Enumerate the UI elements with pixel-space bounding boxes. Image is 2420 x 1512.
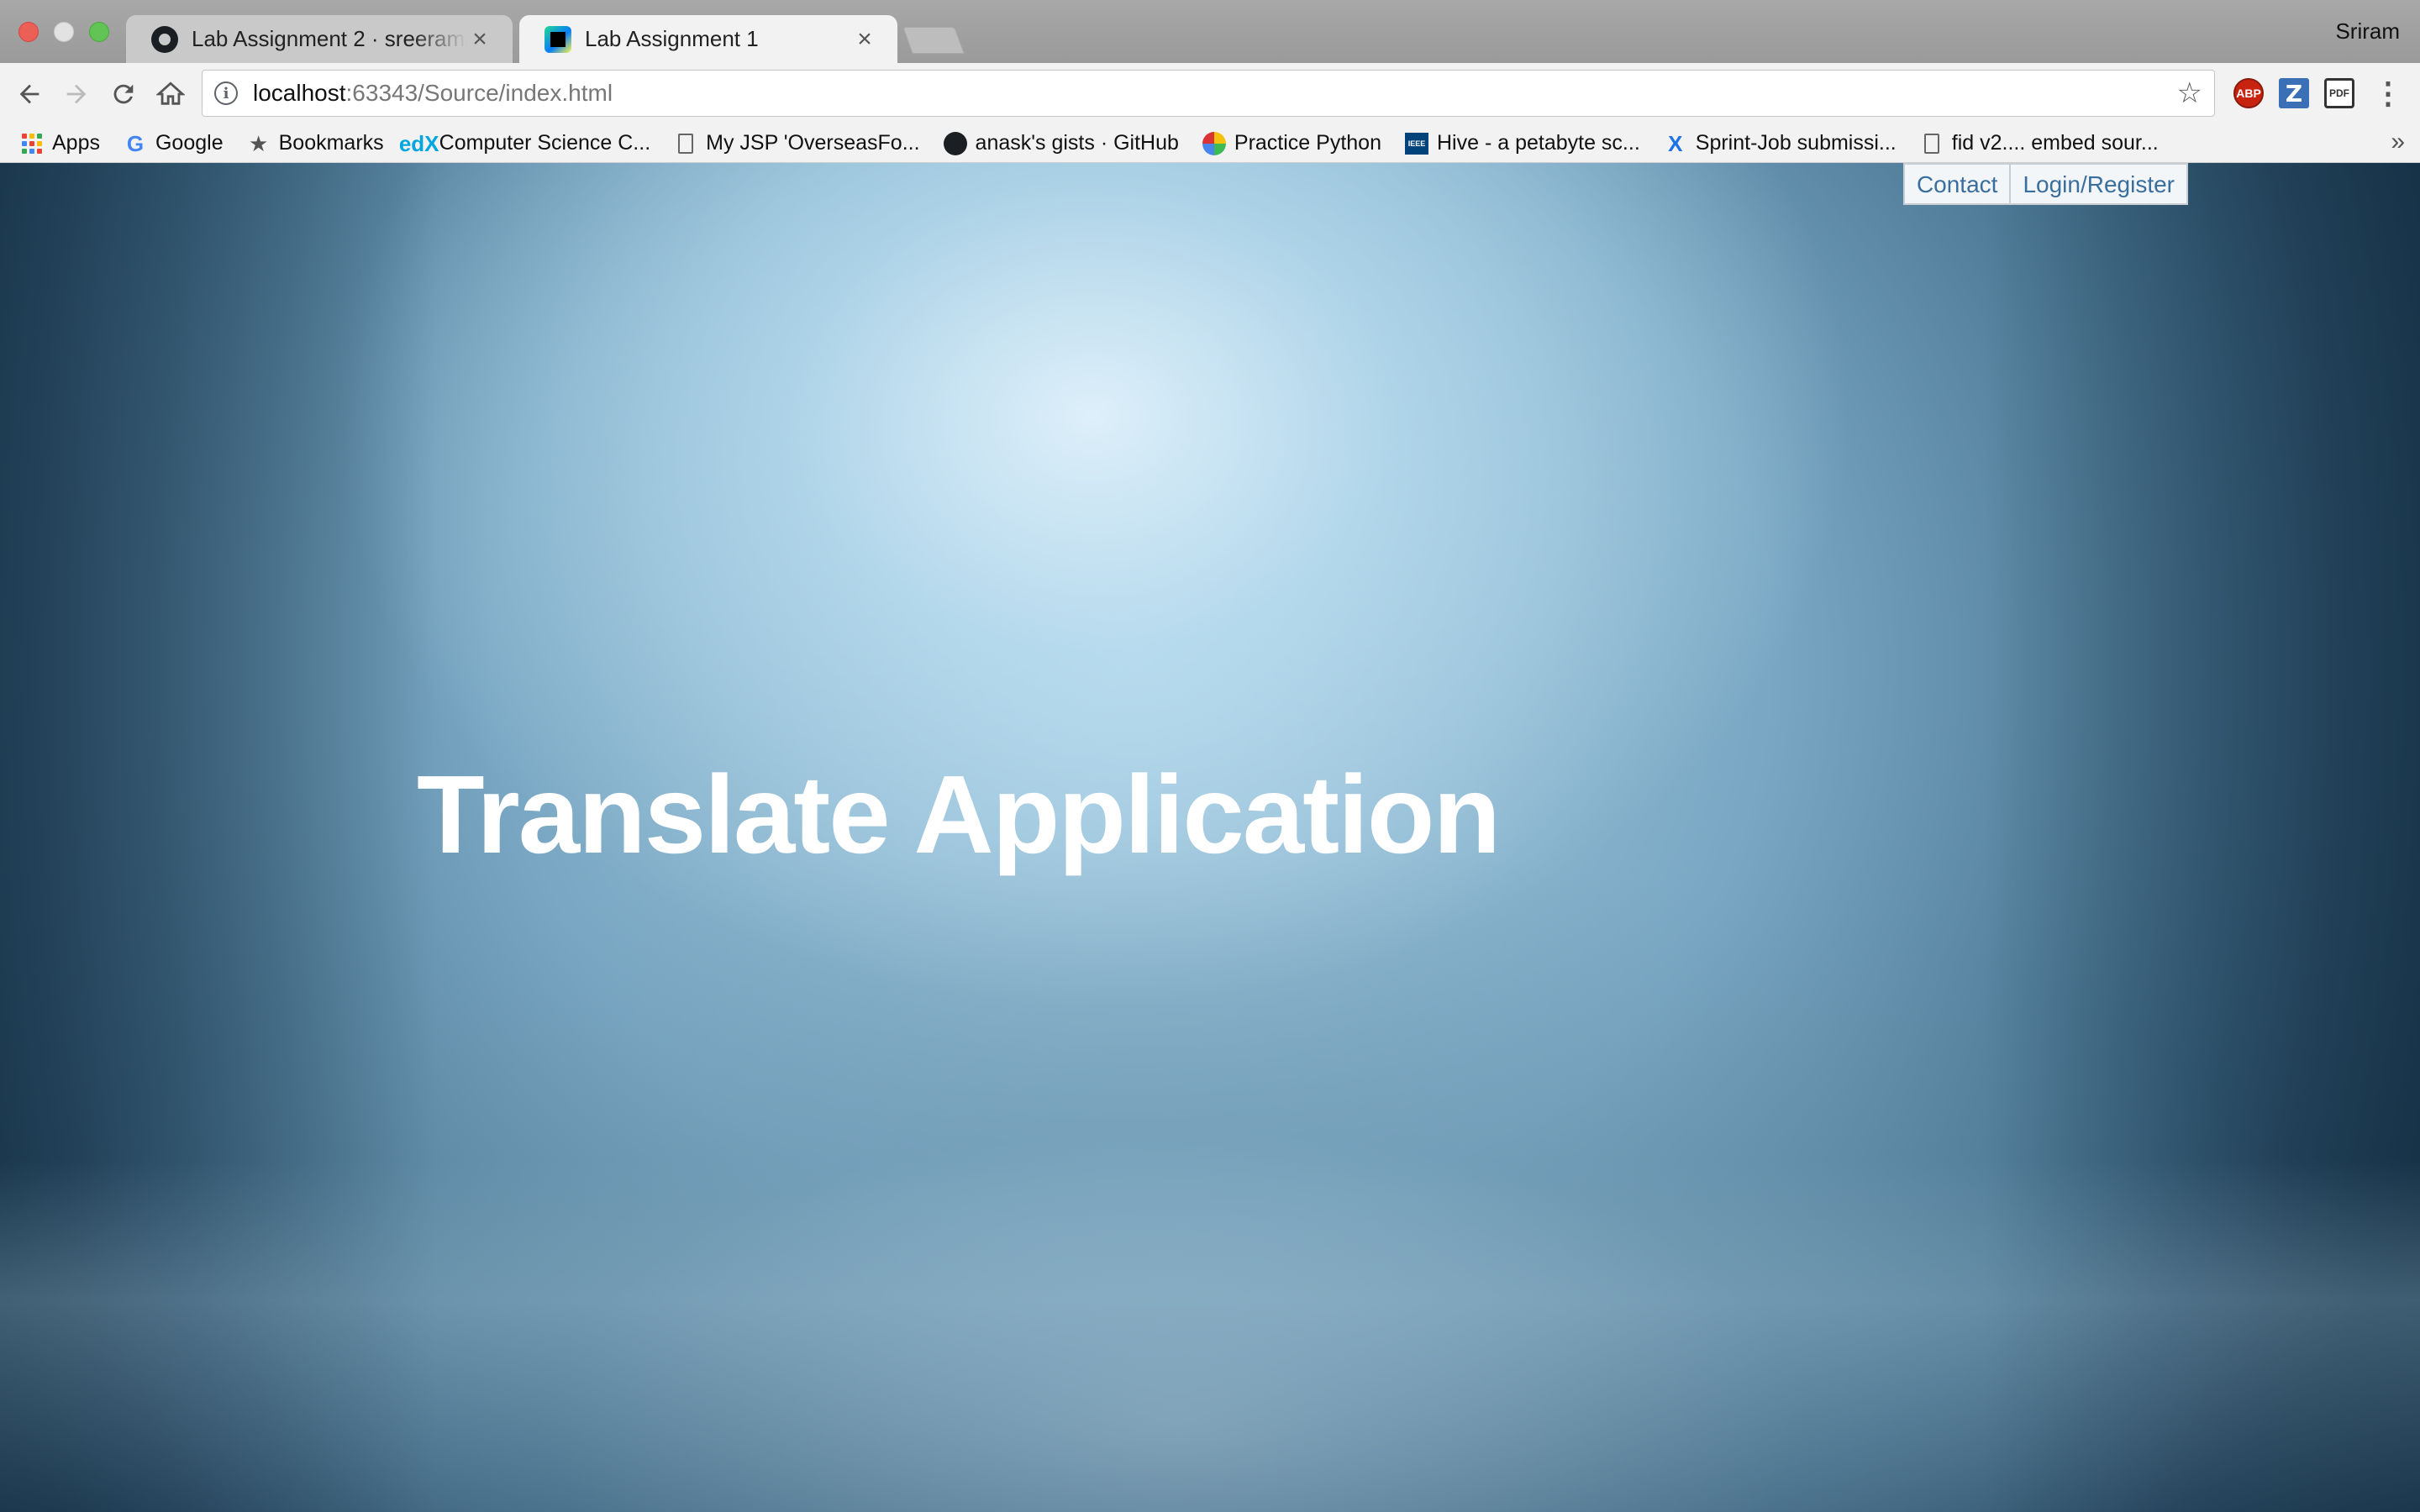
bookmark-anask-gists[interactable]: anask's gists · GitHub xyxy=(943,131,1179,155)
url-path: :63343/Source/index.html xyxy=(345,80,613,106)
bookmark-practice-python[interactable]: Practice Python xyxy=(1202,131,1381,155)
window-close-button[interactable] xyxy=(18,22,39,42)
tab-lab-assignment-2[interactable]: Lab Assignment 2 · sreeram84 × xyxy=(126,15,513,63)
bookmarks-bar: Apps G Google ★ Bookmarks edX Computer S… xyxy=(0,124,2420,163)
bookmark-label: My JSP 'OverseasFo... xyxy=(706,131,920,155)
ieee-icon: IEEE xyxy=(1405,132,1428,155)
browser-menu-icon[interactable]: ⋮ xyxy=(2373,76,2403,110)
google-icon: G xyxy=(126,130,145,156)
address-url: localhost:63343/Source/index.html xyxy=(253,80,613,107)
home-button[interactable] xyxy=(155,78,187,110)
bookmark-sprint-job[interactable]: X Sprint-Job submissi... xyxy=(1664,131,1897,155)
bookmark-computer-science[interactable]: edX Computer Science C... xyxy=(398,130,651,156)
tab-close-icon[interactable]: × xyxy=(467,25,492,54)
star-icon: ★ xyxy=(248,130,269,156)
tab-strip: Lab Assignment 2 · sreeram84 × Lab Assig… xyxy=(0,0,2420,63)
bookmark-apps[interactable]: Apps xyxy=(20,131,100,155)
github-icon xyxy=(943,131,967,155)
site-info-icon[interactable]: i xyxy=(214,81,238,105)
bookmark-hive[interactable]: IEEE Hive - a petabyte sc... xyxy=(1405,131,1640,155)
document-icon xyxy=(674,132,697,155)
tab-lab-assignment-1[interactable]: Lab Assignment 1 × xyxy=(519,15,897,63)
bookmark-label: Bookmarks xyxy=(278,131,384,155)
bookmark-label: Computer Science C... xyxy=(439,131,651,155)
url-host: localhost xyxy=(253,80,346,106)
back-arrow-icon xyxy=(19,84,39,104)
reload-button[interactable] xyxy=(108,78,139,110)
top-nav: Contact Login/Register xyxy=(1902,163,2188,205)
bookmark-star-icon[interactable]: ☆ xyxy=(2177,79,2202,108)
github-icon xyxy=(151,25,178,53)
zotero-icon[interactable]: Z xyxy=(2279,78,2309,108)
document-icon xyxy=(1920,132,1944,155)
tab-close-icon[interactable]: × xyxy=(852,25,877,54)
bookmark-label: anask's gists · GitHub xyxy=(975,131,1179,155)
page-title: Translate Application xyxy=(417,753,1501,876)
x-icon: X xyxy=(1668,130,1683,156)
reload-icon xyxy=(113,84,134,104)
forward-arrow-icon xyxy=(66,84,87,104)
bookmark-label: Sprint-Job submissi... xyxy=(1695,131,1897,155)
bookmarks-overflow-chevron-icon[interactable]: » xyxy=(2391,128,2405,156)
bookmark-label: Google xyxy=(155,131,224,155)
tab-title: Lab Assignment 1 xyxy=(585,26,759,51)
bookmark-label: Apps xyxy=(52,131,100,155)
browser-toolbar: i localhost:63343/Source/index.html ☆ AB… xyxy=(0,63,2420,124)
profile-name[interactable]: Sriram xyxy=(2335,18,2400,45)
bookmark-google[interactable]: G Google xyxy=(124,131,224,155)
bookmark-my-jsp[interactable]: My JSP 'OverseasFo... xyxy=(674,131,920,155)
bookmark-label: fid v2.... embed sour... xyxy=(1951,131,2159,155)
pdf-extension-icon[interactable]: PDF xyxy=(2324,78,2354,108)
apps-grid-icon xyxy=(20,132,44,155)
contact-link[interactable]: Contact xyxy=(1902,163,2012,205)
window-minimize-button[interactable] xyxy=(54,22,74,42)
adblock-plus-icon[interactable]: ABP xyxy=(2233,78,2264,108)
forward-button[interactable] xyxy=(60,78,92,110)
bookmark-label: Hive - a petabyte sc... xyxy=(1437,131,1640,155)
bookmark-fid-v2[interactable]: fid v2.... embed sour... xyxy=(1920,131,2159,155)
bookmark-bookmarks[interactable]: ★ Bookmarks xyxy=(247,131,384,155)
edx-icon: edX xyxy=(398,130,439,156)
home-icon xyxy=(156,81,185,105)
back-button[interactable] xyxy=(13,78,45,110)
page-viewport: Contact Login/Register Translate Applica… xyxy=(0,163,2420,1512)
practice-python-icon xyxy=(1202,131,1226,155)
webstorm-icon xyxy=(544,25,571,53)
window-zoom-button[interactable] xyxy=(89,22,109,42)
tab-title: Lab Assignment 2 · sreeram84 xyxy=(192,26,467,51)
address-bar[interactable]: i localhost:63343/Source/index.html ☆ xyxy=(202,70,2215,117)
login-register-link[interactable]: Login/Register xyxy=(2011,163,2188,205)
bookmark-label: Practice Python xyxy=(1234,131,1381,155)
new-tab-button[interactable] xyxy=(902,27,965,54)
